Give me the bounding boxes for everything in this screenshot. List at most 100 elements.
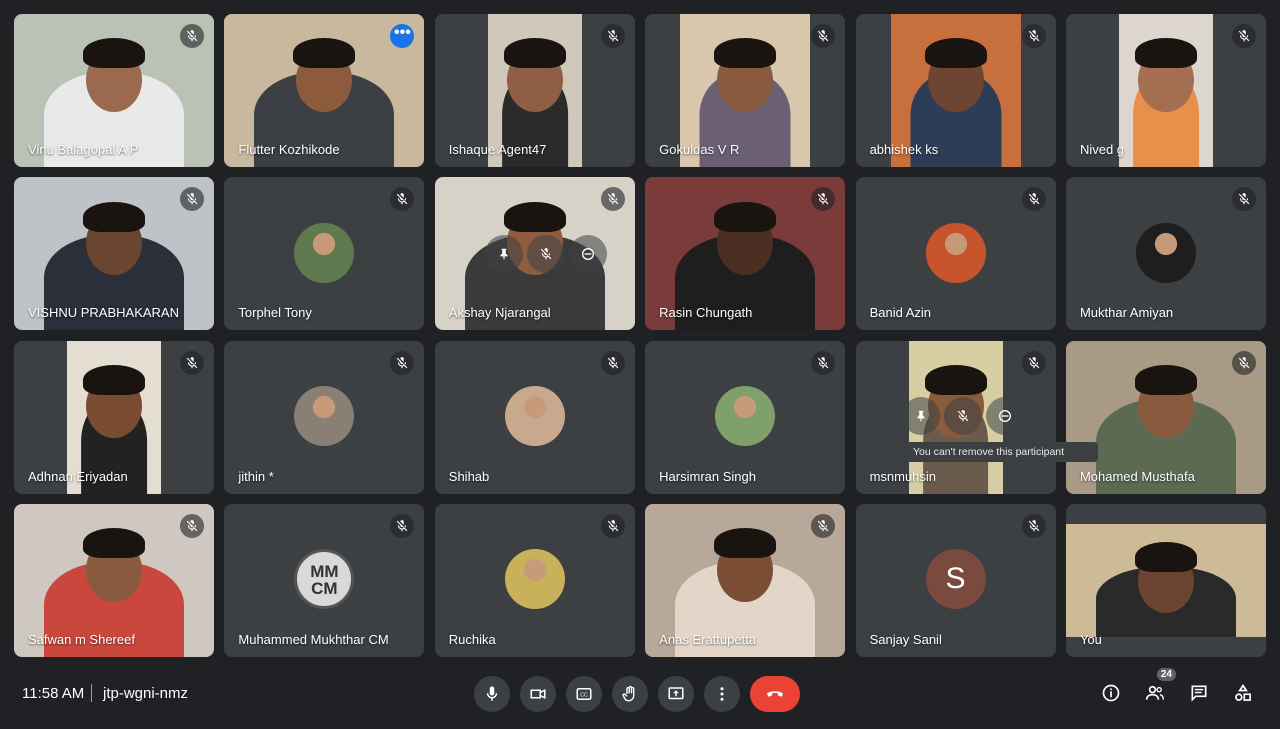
meeting-code: jtp-wgni-nmz xyxy=(103,685,189,702)
participant-tile[interactable]: Adhnan Eriyadan xyxy=(14,340,214,494)
participant-name: Anas Erattupetta xyxy=(659,631,757,647)
camera-button[interactable] xyxy=(520,676,556,712)
person-hair xyxy=(503,201,566,232)
mute-participant-icon[interactable] xyxy=(526,235,565,274)
participant-tile[interactable]: Safwan m Shereef xyxy=(14,503,214,657)
tile-hover-controls xyxy=(484,235,607,275)
participant-avatar xyxy=(294,222,355,283)
participant-tile[interactable]: Torphel Tony xyxy=(224,177,425,331)
present-icon xyxy=(668,687,684,700)
pin-icon[interactable] xyxy=(901,396,940,435)
participant-name: Rasin Chungath xyxy=(659,305,753,321)
participant-name: jithin * xyxy=(238,468,274,484)
person-hair xyxy=(924,365,987,396)
participant-tile[interactable]: S Sanjay Sanil xyxy=(855,503,1056,657)
participant-tile[interactable]: You xyxy=(1065,503,1266,657)
muted-mic-icon xyxy=(1021,24,1046,48)
participant-tile[interactable]: Mohamed Musthafa xyxy=(1065,340,1266,494)
muted-mic-icon xyxy=(180,513,204,538)
video-feed xyxy=(1065,523,1266,637)
people-icon xyxy=(1145,685,1164,700)
separator xyxy=(91,684,92,702)
participant-tile[interactable]: Harsimran Singh xyxy=(645,340,846,494)
muted-mic-icon xyxy=(811,513,836,538)
info-icon xyxy=(1102,684,1120,702)
info-button[interactable] xyxy=(1100,682,1122,704)
video-feed xyxy=(1118,14,1213,167)
participant-name: Mukthar Amiyan xyxy=(1079,305,1174,321)
muted-mic-icon xyxy=(180,24,204,48)
people-button[interactable]: 24 xyxy=(1144,668,1176,704)
participant-logo: MM CM xyxy=(294,549,355,610)
raise-hand-button[interactable] xyxy=(612,676,648,712)
participant-tile[interactable]: Mukthar Amiyan xyxy=(1065,177,1266,331)
person-hair xyxy=(83,365,145,396)
muted-mic-icon xyxy=(390,187,415,212)
participant-tile[interactable]: jithin * xyxy=(224,340,425,494)
participant-tile[interactable]: Anas Erattupetta xyxy=(645,503,846,657)
more-options-button[interactable] xyxy=(704,676,740,712)
participant-tile[interactable]: Gokuldas V R xyxy=(645,14,846,167)
present-button[interactable] xyxy=(658,676,694,712)
participant-name: Sanjay Sanil xyxy=(869,631,942,647)
participant-tile[interactable]: MM CM Muhammed Mukhthar CM xyxy=(224,503,425,657)
participant-name: Akshay Njarangal xyxy=(448,305,551,321)
participant-tile[interactable]: Shihab xyxy=(434,340,635,494)
muted-mic-icon xyxy=(600,350,625,375)
activities-button[interactable] xyxy=(1232,682,1254,704)
person-hair xyxy=(503,38,566,69)
mic-icon xyxy=(486,686,498,701)
person-hair xyxy=(714,201,777,232)
mute-participant-icon[interactable] xyxy=(943,396,982,435)
remove-tooltip: You can't remove this participant xyxy=(906,442,1098,462)
participant-tile[interactable]: msnmuhsin xyxy=(855,340,1056,494)
participant-name: Banid Azin xyxy=(869,305,931,321)
participant-avatar xyxy=(925,222,986,283)
participant-tile[interactable]: Ruchika xyxy=(434,503,635,657)
captions-button[interactable]: CC xyxy=(566,676,602,712)
muted-mic-icon xyxy=(600,24,625,48)
muted-mic-icon xyxy=(390,513,415,538)
participant-count-badge: 24 xyxy=(1156,668,1176,681)
participant-name: Shihab xyxy=(448,468,490,484)
remove-participant-icon[interactable] xyxy=(568,235,607,274)
person-hair xyxy=(1134,541,1197,572)
person-hair xyxy=(83,528,145,559)
participant-tile[interactable]: abhishek ks xyxy=(855,14,1056,167)
muted-mic-icon xyxy=(1021,350,1046,375)
muted-mic-icon xyxy=(1231,187,1256,212)
participant-name: msnmuhsin xyxy=(869,468,937,484)
participant-name: Ruchika xyxy=(448,631,496,647)
captions-icon: CC xyxy=(576,688,592,700)
participant-tile[interactable]: Ishaque Agent47 xyxy=(434,14,635,167)
chat-button[interactable] xyxy=(1188,682,1210,704)
participant-tile[interactable]: Vinu Balagopal A P xyxy=(14,14,214,167)
participant-name: You xyxy=(1079,631,1102,647)
tile-hover-controls xyxy=(901,396,1024,437)
participant-tile[interactable]: ••• Flutter Kozhikode xyxy=(224,14,425,167)
participant-tile[interactable]: Rasin Chungath xyxy=(645,177,846,331)
end-call-button[interactable] xyxy=(750,676,800,712)
mic-button[interactable] xyxy=(474,676,510,712)
participant-name: Nived g xyxy=(1079,142,1125,157)
participant-name: Adhnan Eriyadan xyxy=(28,468,128,484)
participant-avatar xyxy=(294,386,355,447)
participant-tile[interactable]: Banid Azin xyxy=(855,177,1056,331)
pin-icon[interactable] xyxy=(484,235,523,274)
participant-avatar xyxy=(504,386,565,447)
participant-name: Gokuldas V R xyxy=(659,142,740,157)
muted-mic-icon xyxy=(390,350,415,375)
participant-initial: S xyxy=(925,549,986,610)
participant-avatar xyxy=(1135,222,1196,283)
participant-name: Torphel Tony xyxy=(238,305,312,321)
person-hair xyxy=(83,38,145,69)
participant-tile[interactable]: Akshay Njarangal xyxy=(434,177,635,331)
remove-participant-icon[interactable] xyxy=(985,396,1024,435)
participant-tile[interactable]: VISHNU PRABHAKARAN xyxy=(14,177,214,331)
more-options-icon xyxy=(720,687,724,701)
activities-icon xyxy=(1235,683,1251,701)
muted-mic-icon xyxy=(600,513,625,538)
svg-text:CC: CC xyxy=(580,692,588,698)
participant-tile[interactable]: Nived g xyxy=(1065,14,1266,167)
muted-mic-icon xyxy=(1231,24,1256,48)
